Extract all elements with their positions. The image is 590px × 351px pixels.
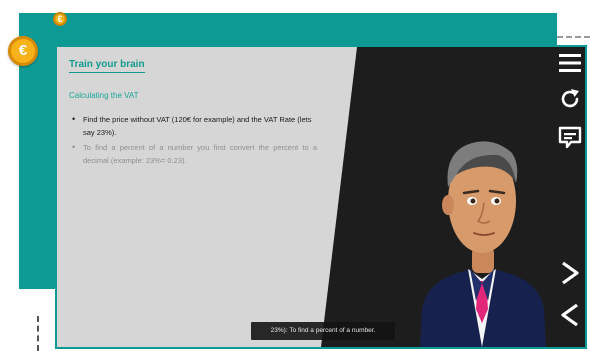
dashed-guide-line <box>557 36 590 38</box>
slide-bullet: Find the price without VAT (120€ for exa… <box>69 113 317 139</box>
slide-subtitle: Calculating the VAT <box>69 91 139 100</box>
hamburger-menu-icon[interactable] <box>558 51 582 75</box>
slide-bullet: To find a percent of a number you first … <box>69 141 317 167</box>
reload-icon[interactable] <box>558 87 582 111</box>
slide-title: Train your brain <box>69 59 145 73</box>
euro-coin-icon: € <box>53 12 67 26</box>
presenter-avatar <box>420 141 546 347</box>
player-controls <box>555 47 585 347</box>
lesson-slide: Train your brain Calculating the VAT Fin… <box>57 47 357 347</box>
euro-coin-icon: € <box>8 36 38 66</box>
chevron-left-icon[interactable] <box>558 303 582 327</box>
chevron-right-icon[interactable] <box>558 261 582 285</box>
subtitle-caption: 23%): To find a percent of a number. <box>251 322 395 340</box>
notes-icon[interactable] <box>558 125 582 149</box>
slide-bullet-list: Find the price without VAT (120€ for exa… <box>69 113 317 169</box>
dashed-guide-line <box>37 316 39 351</box>
lesson-viewer: Train your brain Calculating the VAT Fin… <box>55 45 587 349</box>
